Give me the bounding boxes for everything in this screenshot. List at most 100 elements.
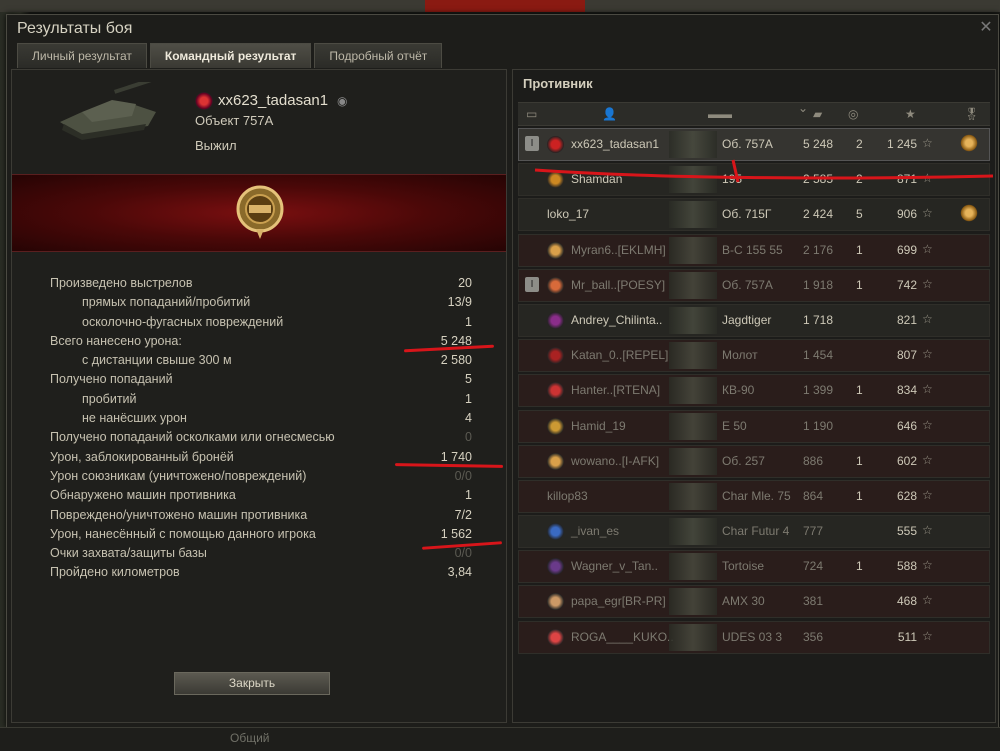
stat-row: Произведено выстрелов 20 [50, 276, 482, 295]
xp-cell: 699 [896, 242, 917, 257]
player-name-cell: killop83 [547, 488, 588, 503]
clan-emblem-icon [547, 347, 564, 365]
kills-column-icon[interactable]: ◎ [848, 107, 858, 121]
enemy-rows: Ixx623_tadasan1 Об. 757А 5 248 2 1 245 ☆ Shamd… [518, 128, 990, 656]
battle-results-window: Результаты боя ✕ Личный результат Команд… [6, 14, 999, 728]
stat-row: Очки захвата/защиты базы 0/0 [50, 546, 482, 565]
table-row[interactable]: Katan_0..[REPEL] Молот 1 454 807 ☆ [518, 339, 990, 373]
close-icon[interactable]: ✕ [976, 17, 996, 37]
player-name-cell: ROGA____KUKO.. [571, 629, 674, 644]
player-name-cell: _ivan_es [571, 524, 620, 539]
table-row[interactable]: loko_17 Об. 715Г 2 424 5 906 ☆ [518, 198, 990, 232]
stat-value: 20 [458, 276, 472, 290]
close-button[interactable]: Закрыть [174, 672, 330, 695]
table-row[interactable]: _ivan_es Char Futur 4 777 555 ☆ [518, 515, 990, 549]
clan-emblem-icon [547, 276, 564, 294]
stat-value: 4 [465, 411, 472, 426]
vehicle-column-icon[interactable]: ▬▬ [708, 107, 732, 121]
vehicle-cell: КВ-90 [722, 383, 755, 398]
clan-emblem-icon [547, 628, 564, 646]
squad-badge-icon: I [525, 276, 539, 292]
table-row[interactable]: I Mr_ball..[POESY] Об. 757А 1 918 1 742 ☆ [518, 268, 990, 302]
award-icon[interactable] [959, 133, 979, 153]
player-name-cell: papa_egr[BR-PR] [571, 594, 666, 609]
xp-cell: 511 [897, 629, 917, 644]
stat-label: Очки захвата/защиты базы [50, 546, 207, 561]
clan-emblem-icon [547, 558, 564, 576]
xp-column-icon[interactable]: ★ [905, 107, 916, 121]
star-icon: ☆ [922, 487, 933, 502]
tank-icon [669, 236, 717, 264]
stat-label: не нанёсших урон [82, 411, 187, 426]
stat-label: Произведено выстрелов [50, 276, 193, 290]
window-title: Результаты боя [17, 20, 133, 37]
star-icon: ☆ [922, 311, 933, 326]
kills-cell: 1 [856, 453, 863, 468]
tank-icon [669, 482, 717, 510]
xp-cell: 834 [896, 383, 917, 398]
vehicle-cell: В-С 155 55 [722, 242, 783, 257]
chat-channel-label[interactable]: Общий [230, 728, 270, 748]
table-row[interactable]: Andrey_Chilinta.. Jagdtiger 1 718 821 ☆ [518, 303, 990, 337]
xp-cell: 821 [896, 312, 917, 327]
star-icon: ☆ [922, 241, 933, 256]
table-row[interactable]: Ixx623_tadasan1 Об. 757А 5 248 2 1 245 ☆ [518, 128, 990, 161]
tank-thumbnail-icon [60, 82, 156, 140]
tab-personal[interactable]: Личный результат [17, 43, 147, 68]
table-row[interactable]: ROGA____KUKO.. UDES 03 3 356 511 ☆ [518, 620, 990, 654]
clan-emblem-icon [547, 136, 564, 153]
table-row[interactable]: Wagner_v_Tan.. Tortoise 724 1 588 ☆ [518, 550, 990, 584]
table-row[interactable]: killop83 Char Mle. 75 864 1 628 ☆ [518, 479, 990, 513]
stat-row: пробитий 1 [50, 392, 482, 411]
stat-row: осколочно-фугасных повреждений 1 [50, 315, 482, 334]
xp-cell: 468 [896, 594, 917, 609]
vehicle-cell: Об. 257 [722, 453, 765, 468]
stat-label: Урон, заблокированный бронёй [50, 449, 234, 464]
star-icon: ☆ [922, 558, 933, 573]
player-name-cell: Hamid_19 [571, 418, 626, 433]
tank-icon [669, 623, 717, 651]
vehicle-cell: Char Mle. 75 [722, 488, 791, 503]
stat-value: 0/0 [454, 468, 472, 483]
stat-row: Пройдено километров 3,84 [50, 565, 482, 584]
table-row[interactable]: Hanter..[RTENA] КВ-90 1 399 1 834 ☆ [518, 374, 990, 408]
tank-icon [669, 412, 717, 440]
xp-cell: 602 [896, 453, 917, 468]
tank-icon [669, 518, 717, 546]
award-icon[interactable] [959, 203, 979, 224]
stat-label: пробитий [82, 391, 137, 406]
stat-label: Получено попаданий осколками или огнесме… [50, 430, 335, 445]
tab-detailed[interactable]: Подробный отчёт [314, 43, 443, 68]
player-vehicle: Объект 757А [195, 113, 274, 128]
stat-value: 5 [465, 372, 472, 387]
vehicle-cell: Jagdtiger [722, 312, 772, 327]
table-row[interactable]: Myran6..[EKLMH] В-С 155 55 2 176 1 699 ☆ [518, 233, 990, 267]
awards-column-icon[interactable]: 🎖 [964, 107, 979, 121]
stat-value: 13/9 [447, 295, 472, 310]
stat-value: 0/0 [454, 546, 472, 561]
damage-column-icon[interactable]: ▰ [813, 107, 822, 121]
player-clan-badge [195, 92, 213, 110]
tab-team[interactable]: Командный результат [149, 43, 312, 68]
damage-cell: 1 454 [803, 348, 834, 363]
table-row[interactable]: papa_egr[BR-PR] AMX 30 381 468 ☆ [518, 585, 990, 619]
player-name-cell: Andrey_Chilinta.. [571, 312, 663, 327]
kills-cell: 2 [856, 137, 863, 151]
star-icon: ☆ [922, 523, 933, 538]
xp-cell: 906 [896, 207, 917, 222]
table-row[interactable]: Hamid_19 E 50 1 190 646 ☆ [518, 409, 990, 443]
clan-emblem-icon [547, 311, 564, 329]
clan-emblem-icon [547, 523, 564, 541]
table-row[interactable]: wowano..[I-AFK] Об. 257 886 1 602 ☆ [518, 444, 990, 478]
stat-row: Урон союзникам (уничтожено/повреждений) 0… [50, 469, 482, 488]
tank-icon [669, 201, 717, 229]
damage-cell: 777 [803, 524, 824, 539]
damage-cell: 886 [803, 453, 824, 468]
vehicle-cell: Об. 757А [722, 137, 773, 151]
damage-cell: 1 718 [803, 312, 834, 327]
player-column-icon[interactable]: 👤 [602, 107, 617, 121]
squad-column-icon[interactable]: ▭ [526, 107, 537, 121]
stat-value: 1 [465, 314, 472, 329]
player-status: Выжил [195, 138, 237, 153]
enemy-team-header: Противник [523, 76, 593, 91]
